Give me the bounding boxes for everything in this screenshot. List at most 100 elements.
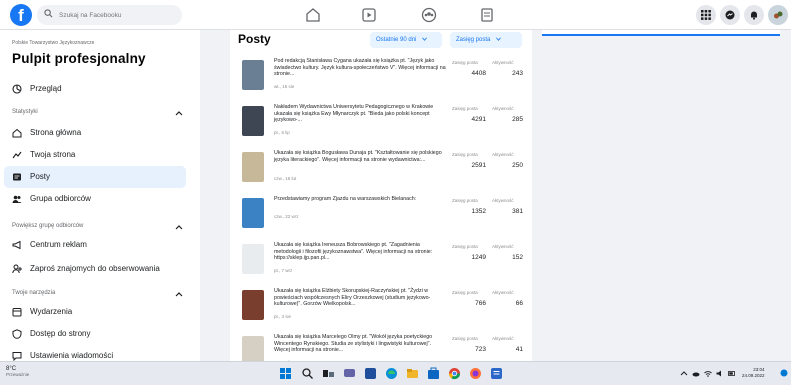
post-date: wt., 16 sie <box>274 84 295 89</box>
post-text[interactable]: Nakładem Wydawnictwa Uniwersytetu Pedago… <box>274 104 446 124</box>
chevron-up-icon[interactable] <box>680 370 688 377</box>
activity-label: Aktywność <box>492 198 514 203</box>
reach-label: Zasięg posta <box>452 106 478 111</box>
post-text[interactable]: Ukazała się książka Ireneusza Bobrowskie… <box>274 242 446 262</box>
weather-description: Przeważnie <box>6 372 30 377</box>
post-text[interactable]: Ukazała się książka Marcelego Olmy pt. "… <box>274 334 446 354</box>
grid-menu-icon <box>701 10 711 20</box>
chat-icon[interactable] <box>343 367 356 380</box>
sidebar-item-label: Centrum reklam <box>30 240 87 249</box>
overview-icon <box>12 84 22 94</box>
calendar-icon <box>12 308 22 317</box>
search-icon[interactable] <box>301 367 314 380</box>
activity-label: Aktywność <box>492 244 514 249</box>
profile-button[interactable] <box>768 5 788 25</box>
section-header-grow: Powiększ grupę odbiorców <box>12 223 84 229</box>
post-thumbnail[interactable] <box>242 198 264 228</box>
filter-label: Ostatnie 90 dni <box>376 37 417 43</box>
post-row[interactable]: Przedstawiamy program Zjazdu na warszaws… <box>230 192 532 236</box>
post-row[interactable]: Pod redakcją Stanisława Cygana ukazała s… <box>230 54 532 98</box>
reach-label: Zasięg posta <box>452 336 478 341</box>
sidebar-item-your-page[interactable]: Twoja strona <box>4 144 186 166</box>
activity-label: Aktywność <box>492 152 514 157</box>
post-text[interactable]: Pod redakcją Stanisława Cygana ukazała s… <box>274 58 446 78</box>
sidebar-item-label: Grupa odbiorców <box>30 194 91 203</box>
post-row[interactable]: Ukazała się książka Elżbiety Skorupskiej… <box>230 284 532 328</box>
post-text[interactable]: Przedstawiamy program Zjazdu na warszaws… <box>274 196 446 203</box>
sidebar-item-page-access[interactable]: Dostęp do strony <box>4 323 186 345</box>
profile-icon <box>774 11 783 19</box>
store-icon[interactable] <box>427 367 440 380</box>
cloud-icon[interactable] <box>692 370 700 377</box>
reach-value: 723 <box>475 346 486 353</box>
home-icon[interactable] <box>304 6 322 24</box>
invite-icon <box>12 264 22 274</box>
reach-value: 4291 <box>471 116 486 123</box>
post-date: pt., 7 wrz <box>274 268 293 273</box>
activity-value: 285 <box>512 116 523 123</box>
chrome-icon[interactable] <box>448 367 461 380</box>
post-thumbnail[interactable] <box>242 244 264 274</box>
sidebar-item-label: Strona główna <box>30 128 82 137</box>
post-row[interactable]: Ukazała się książka Bogusława Dunaja pt.… <box>230 146 532 190</box>
messenger-icon <box>725 10 735 20</box>
chevron-up-icon[interactable] <box>175 111 183 116</box>
groups-icon[interactable] <box>420 6 438 24</box>
battery-icon[interactable] <box>728 370 736 377</box>
menu-button[interactable] <box>696 5 716 25</box>
post-date: czw., 16 lut <box>274 176 297 181</box>
activity-label: Aktywność <box>492 60 514 65</box>
sidebar-item-home[interactable]: Strona główna <box>4 122 186 144</box>
sidebar-item-invite-friends[interactable]: Zaproś znajomych do obserwowania <box>4 258 186 280</box>
chevron-up-icon[interactable] <box>175 225 183 230</box>
post-date: pt., 3 sie <box>274 314 292 319</box>
task-view-icon[interactable] <box>322 367 335 380</box>
system-clock[interactable]: 23:04 24.09.2022 <box>742 367 765 379</box>
activity-label: Aktywność <box>492 106 514 111</box>
home-icon <box>12 128 22 138</box>
post-thumbnail[interactable] <box>242 152 264 182</box>
notifications-button[interactable] <box>744 5 764 25</box>
post-row[interactable]: Ukazała się książka Ireneusza Bobrowskie… <box>230 238 532 282</box>
sidebar-item-events[interactable]: Wydarzenia <box>4 301 186 323</box>
facebook-logo[interactable]: f <box>10 4 32 26</box>
firefox-icon[interactable] <box>469 367 482 380</box>
activity-value: 41 <box>515 346 523 353</box>
megaphone-icon <box>12 240 21 250</box>
notification-badge-icon[interactable] <box>780 369 788 377</box>
clock-date: 24.09.2022 <box>742 373 765 378</box>
pages-icon[interactable] <box>478 6 496 24</box>
word-icon[interactable] <box>490 367 503 380</box>
widgets-icon[interactable] <box>364 367 377 380</box>
chevron-up-icon[interactable] <box>175 292 183 297</box>
post-row[interactable]: Nakładem Wydawnictwa Uniwersytetu Pedago… <box>230 100 532 144</box>
post-thumbnail[interactable] <box>242 60 264 90</box>
edge-browser-icon[interactable] <box>385 367 398 380</box>
reach-value: 766 <box>475 300 486 307</box>
sidebar-item-overview[interactable]: Przegląd <box>4 78 186 100</box>
post-thumbnail[interactable] <box>242 106 264 136</box>
reach-value: 1249 <box>471 254 486 261</box>
sidebar-item-posts[interactable]: Posty <box>4 166 186 188</box>
search-icon <box>44 9 53 18</box>
breadcrumb[interactable]: Polskie Towarzystwo Językoznawcze <box>12 40 94 46</box>
sidebar-item-ad-center[interactable]: Centrum reklam <box>4 234 186 256</box>
volume-icon[interactable] <box>716 370 724 377</box>
post-text[interactable]: Ukazała się książka Elżbiety Skorupskiej… <box>274 288 446 308</box>
reach-label: Zasięg posta <box>452 198 478 203</box>
post-text[interactable]: Ukazała się książka Bogusława Dunaja pt.… <box>274 150 446 163</box>
wifi-icon[interactable] <box>704 370 712 377</box>
video-icon[interactable] <box>360 6 378 24</box>
metric-filter[interactable]: Zasięg posta <box>450 32 522 48</box>
sidebar-item-audience[interactable]: Grupa odbiorców <box>4 188 186 210</box>
reach-label: Zasięg posta <box>452 244 478 249</box>
activity-value: 66 <box>515 300 523 307</box>
weather-widget[interactable]: 8°C Przeważnie <box>6 366 29 377</box>
search-input[interactable] <box>37 5 182 25</box>
messenger-button[interactable] <box>720 5 740 25</box>
post-date: pt., 5 lip <box>274 130 290 135</box>
post-thumbnail[interactable] <box>242 290 264 320</box>
windows-start-icon[interactable] <box>279 367 292 380</box>
file-explorer-icon[interactable] <box>406 367 419 380</box>
date-range-filter[interactable]: Ostatnie 90 dni <box>370 32 442 48</box>
